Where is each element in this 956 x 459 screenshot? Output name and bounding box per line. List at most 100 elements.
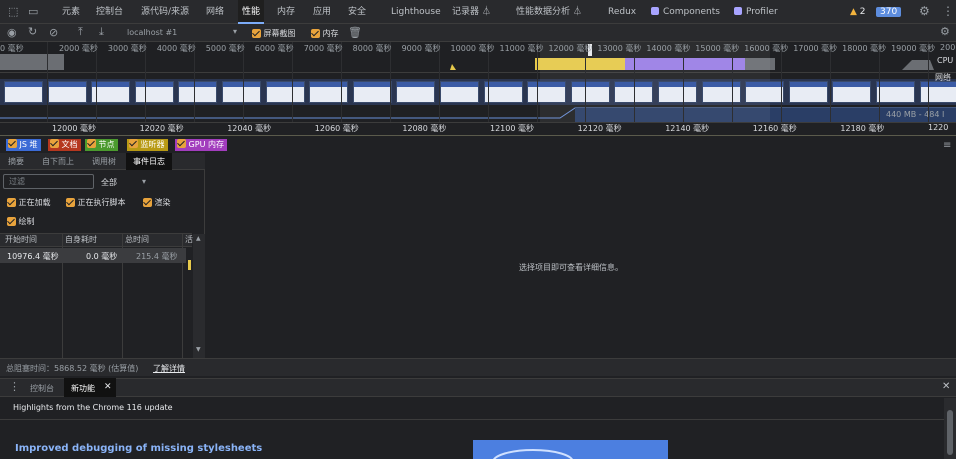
screenshot-thumbnail[interactable]: [4, 81, 43, 103]
screenshot-thumbnail[interactable]: [527, 81, 567, 103]
tab-components[interactable]: Components: [651, 0, 720, 24]
article-thumbnail[interactable]: [473, 440, 668, 459]
ruler-tick-label: 1220: [928, 123, 949, 132]
screenshot-thumbnail[interactable]: [876, 81, 915, 103]
chevron-down-icon[interactable]: ▾: [142, 178, 146, 186]
screenshot-thumbnail[interactable]: [134, 81, 174, 103]
screenshot-thumbnail[interactable]: [832, 81, 872, 103]
screenshot-thumbnail[interactable]: [396, 81, 436, 103]
upload-profile-icon[interactable]: ⤒: [78, 26, 83, 37]
tab-redux[interactable]: Redux: [608, 0, 636, 24]
overview-tick-label: 15000 毫秒: [695, 44, 740, 53]
subtab-summary[interactable]: 摘要: [8, 153, 24, 170]
device-toolbar-icon[interactable]: ▭: [28, 6, 38, 17]
close-tab-icon[interactable]: ✕: [104, 382, 112, 392]
capture-settings-gear-icon[interactable]: ⚙: [940, 26, 950, 37]
target-select[interactable]: localhost #1: [127, 28, 177, 37]
drawer-tab-console[interactable]: 控制台: [30, 383, 54, 394]
screenshot-thumbnail[interactable]: [91, 81, 131, 103]
rendering-checkbox[interactable]: 渲染: [143, 197, 171, 208]
screenshot-thumbnail[interactable]: [919, 81, 956, 103]
subtab-event-log[interactable]: 事件日志: [126, 153, 172, 170]
screenshot-thumbnail[interactable]: [178, 81, 218, 103]
col-activity[interactable]: 活: [185, 233, 193, 247]
overview-gridline: [487, 42, 489, 133]
screenshots-checkbox[interactable]: 屏幕截图: [252, 28, 296, 39]
overview-gridline: [193, 42, 195, 133]
screenshot-thumbnail[interactable]: [788, 81, 828, 103]
clear-icon[interactable]: ⊘: [49, 27, 58, 38]
garbage-collect-icon[interactable]: 🗑: [348, 27, 362, 38]
screenshot-thumbnail[interactable]: [309, 81, 349, 103]
category-select[interactable]: 全部: [101, 177, 117, 188]
tab-profiler[interactable]: Profiler: [734, 0, 778, 24]
tab-application[interactable]: 应用: [313, 0, 331, 24]
scroll-up-icon[interactable]: ▲: [196, 236, 201, 242]
painting-checkbox[interactable]: 绘制: [7, 216, 35, 227]
screenshot-thumbnail[interactable]: [47, 81, 87, 103]
screenshot-thumbnail[interactable]: [483, 81, 523, 103]
memory-counter-checkbox[interactable]: 节点: [85, 139, 118, 151]
loading-checkbox[interactable]: 正在加载: [7, 197, 51, 208]
overview-tick-label: 19000 毫秒: [891, 44, 936, 53]
tab-performance-insights[interactable]: 性能数据分析 ⏃: [516, 0, 582, 24]
memory-checkbox[interactable]: 内存: [311, 28, 339, 39]
drawer-menu-icon[interactable]: ⋮: [9, 381, 20, 392]
timeline-overview[interactable]: CPU 网络 440 MB - 484 I: [0, 42, 956, 133]
subtab-call-tree[interactable]: 调用树: [92, 153, 116, 170]
inspect-element-icon[interactable]: ⬚: [8, 6, 18, 17]
screenshot-thumbnail[interactable]: [352, 81, 392, 103]
learn-more-link[interactable]: 了解详情: [153, 363, 185, 374]
tab-lighthouse[interactable]: Lighthouse: [391, 0, 441, 24]
scroll-down-icon[interactable]: ▼: [196, 347, 201, 353]
memory-counter-checkbox[interactable]: JS 堆: [6, 139, 41, 151]
tab-security[interactable]: 安全: [348, 0, 366, 24]
drawer-scroll-thumb[interactable]: [947, 410, 953, 455]
tab-console[interactable]: 控制台: [96, 0, 123, 24]
col-start-time[interactable]: 开始时间: [5, 233, 37, 247]
tab-memory[interactable]: 内存: [277, 0, 295, 24]
hamburger-menu-icon[interactable]: ≡: [943, 141, 951, 151]
filter-input[interactable]: 过滤: [3, 174, 94, 189]
tab-recorder[interactable]: 记录器 ⏃: [452, 0, 491, 24]
table-scrollbar[interactable]: [193, 234, 205, 358]
screenshot-thumbnail[interactable]: [570, 81, 610, 103]
subtab-bottom-up[interactable]: 自下而上: [42, 153, 74, 170]
download-profile-icon[interactable]: ⤓: [99, 26, 104, 37]
tab-network[interactable]: 网络: [206, 0, 224, 24]
scripting-checkbox[interactable]: 正在执行脚本: [66, 197, 126, 208]
tab-sources[interactable]: 源代码/来源: [141, 0, 189, 24]
overview-tick-label: 10000 毫秒: [450, 44, 495, 53]
counter-label: 节点: [96, 140, 115, 149]
messages-badge[interactable]: 370: [876, 0, 902, 24]
screenshot-thumbnail[interactable]: [701, 81, 741, 103]
tab-profiler-label: Profiler: [746, 7, 778, 17]
screenshot-thumbnail[interactable]: [745, 81, 785, 103]
close-drawer-icon[interactable]: ✕: [942, 381, 950, 392]
screenshot-thumbnail[interactable]: [265, 81, 305, 103]
memory-counter-checkbox[interactable]: GPU 内存: [175, 139, 227, 151]
more-menu-icon[interactable]: ⋮: [942, 5, 954, 17]
drawer-divider: [0, 419, 944, 420]
overview-tick-label: 0 毫秒: [0, 44, 24, 53]
overview-gridline: [340, 42, 342, 133]
overview-tick-label: 17000 毫秒: [793, 44, 838, 53]
screenshot-thumbnail[interactable]: [440, 81, 479, 103]
memory-counter-checkbox[interactable]: 监听器: [127, 139, 168, 151]
screenshot-thumbnail[interactable]: [222, 81, 261, 103]
settings-gear-icon[interactable]: ⚙: [919, 5, 930, 17]
col-total-time[interactable]: 总时间: [125, 233, 149, 247]
tab-elements[interactable]: 元素: [62, 0, 80, 24]
memory-counter-checkbox[interactable]: 文档: [48, 139, 81, 151]
record-icon[interactable]: ◉: [7, 27, 17, 38]
warnings-badge[interactable]: ▲ 2: [850, 0, 866, 24]
chevron-down-icon[interactable]: ▾: [233, 28, 237, 36]
overview-tick-label: 7000 毫秒: [303, 44, 343, 53]
drawer-tabbar: [0, 378, 956, 397]
reload-record-icon[interactable]: ↻: [28, 26, 37, 37]
tab-performance[interactable]: 性能: [238, 0, 265, 24]
article-title[interactable]: Improved debugging of missing stylesheet…: [15, 443, 262, 454]
screenshot-thumbnail[interactable]: [658, 81, 697, 103]
col-self-time[interactable]: 自身耗时: [65, 233, 97, 247]
checkbox-checked-icon: [311, 29, 320, 38]
